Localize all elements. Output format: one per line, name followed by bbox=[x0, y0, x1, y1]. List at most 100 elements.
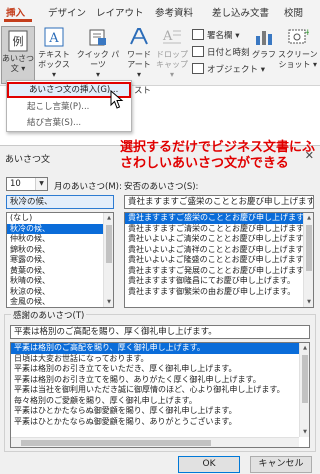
wellbeing-greeting-input[interactable]: 貴社ますますご盛栄のこととお慶び申し上げます。 bbox=[124, 195, 314, 209]
thanks-greeting-list[interactable]: 平素は格別のご高配を賜り、厚く御礼申し上げます。 日頃は大変お世話になっております… bbox=[10, 342, 310, 448]
wellbeing-greeting-label: 安否のあいさつ(S): bbox=[124, 182, 199, 192]
greeting-icon-glyph: 例 bbox=[13, 34, 24, 48]
mouse-cursor-icon bbox=[110, 90, 124, 109]
month-select-value: 10 bbox=[10, 179, 21, 189]
season-greeting-list[interactable]: (なし) 秋冷の候、 仲秋の候、 錦秋の候、 寒露の候、 黄葉の候、 秋晴の候、 秋涼の候、金… bbox=[6, 212, 114, 308]
tab-mailings[interactable]: 差し込み文書 bbox=[212, 5, 269, 19]
ribbon-panel: 例 あいさつ 文 ▾ A テキスト ボックス ▾ クイック パーツ ▾ ワード … bbox=[0, 22, 320, 86]
wellbeing-greeting-rows: 貴社ますますご盛栄のこととお慶び申し上げます。 貴社ますますご清栄のこととお慶び申… bbox=[125, 213, 313, 297]
tab-insert[interactable]: 挿入 bbox=[6, 5, 25, 19]
thanks-list-item[interactable]: 平素は格別のお引き立てを賜り、ありがたく厚く御礼申し上げます。 bbox=[11, 375, 309, 386]
wellbeing-list-item[interactable]: 貴社ますます御隆昌にてお慶び申し上げます。 bbox=[125, 276, 313, 287]
scroll-thumb[interactable] bbox=[106, 225, 112, 263]
textbox-button[interactable]: A テキスト ボックス ▾ bbox=[36, 26, 72, 86]
thanks-list-item[interactable]: 日頃は大変お世話になっております。 bbox=[11, 354, 309, 365]
chevron-down-icon: ▼ bbox=[35, 178, 47, 190]
wellbeing-list-item[interactable]: 貴社いよいよご清栄のこととお慶び申し上げます。 bbox=[125, 234, 313, 245]
tab-design[interactable]: デザイン bbox=[48, 5, 86, 19]
textbox-icon: A bbox=[43, 26, 65, 48]
scroll-thumb[interactable] bbox=[306, 225, 312, 271]
callout-annotation: 選択するだけでビジネス文書にふさわしいあいさつ文ができる bbox=[120, 140, 316, 171]
season-list-item[interactable]: 寒露の候、 bbox=[7, 255, 113, 266]
thanks-list-item[interactable]: 平素は格別のご高配を賜り、厚く御礼申し上げます。 bbox=[11, 343, 309, 354]
wordart-icon bbox=[128, 26, 150, 48]
menu-item-closing-words[interactable]: 結び言葉(S)... bbox=[7, 115, 131, 131]
thanks-greeting-label: 感謝のあいさつ(T) bbox=[11, 309, 87, 321]
season-list-item[interactable]: 金風の候、 bbox=[7, 297, 113, 307]
season-list-scrollbar[interactable]: ▲ ▼ bbox=[103, 213, 113, 307]
chart-button[interactable]: グラフ bbox=[252, 26, 276, 86]
thanks-list-scrollbar[interactable]: ▲ ▼ bbox=[299, 343, 309, 437]
calendar-icon bbox=[192, 46, 204, 57]
month-select[interactable]: 10 ▼ bbox=[6, 177, 48, 191]
thanks-greeting-group: 感謝のあいさつ(T) 平素は格別のご高配を賜り、厚く御礼申し上げます。 平素は格… bbox=[4, 309, 316, 452]
greeting-icon: 例 bbox=[7, 30, 29, 52]
ribbon-tab-bar: 挿入 デザイン レイアウト 参考資料 差し込み文書 校閲 bbox=[0, 0, 320, 22]
month-greeting-label: 月のあいさつ(M): bbox=[54, 182, 122, 192]
wellbeing-list-item[interactable]: 貴社いよいよご清祥のこととお慶び申し上げます。 bbox=[125, 245, 313, 256]
wordart-button[interactable]: ワード アート ▾ bbox=[124, 26, 154, 86]
wellbeing-list-item[interactable]: 貴社ますます御繁栄の由お慶び申し上げます。 bbox=[125, 287, 313, 298]
season-list-item[interactable]: 秋涼の候、 bbox=[7, 287, 113, 298]
thanks-list-item[interactable]: 平素は当社を御利用いただき誠に御厚情のほど、心より御礼申し上げます。 bbox=[11, 385, 309, 396]
wellbeing-list-item[interactable]: 貴社いよいよご隆盛のこととお慶び申し上げます。 bbox=[125, 255, 313, 266]
wellbeing-list-item[interactable]: 貴社ますますご盛栄のこととお慶び申し上げます。 bbox=[125, 213, 313, 224]
wellbeing-list-scrollbar[interactable]: ▲ ▼ bbox=[303, 213, 313, 307]
wellbeing-list-item[interactable]: 貴社ますますご清栄のこととお慶び申し上げます。 bbox=[125, 224, 313, 235]
screenshot-button-label: スクリーン ショット ▾ bbox=[278, 50, 318, 69]
object-icon bbox=[192, 63, 204, 74]
svg-text:A: A bbox=[48, 31, 59, 46]
season-list-item[interactable]: 黄葉の候、 bbox=[7, 266, 113, 277]
dialog-title: あいさつ文 bbox=[5, 155, 51, 165]
datetime-label: 日付と時刻 bbox=[207, 47, 250, 58]
dropcap-button[interactable]: A ドロップ キャップ ▾ bbox=[155, 26, 189, 86]
dropcap-icon: A bbox=[161, 26, 183, 48]
quickparts-button-label: クイック パーツ ▾ bbox=[76, 50, 120, 79]
thanks-list-item[interactable]: 毎々格別のご愛顧を賜り、厚く御礼申し上げます。 bbox=[11, 396, 309, 407]
tab-review[interactable]: 校閲 bbox=[284, 5, 303, 19]
thanks-list-item[interactable]: 平素はひとかたならぬ御愛顧を賜り、ありがとうございます。 bbox=[11, 417, 309, 428]
quickparts-button[interactable]: クイック パーツ ▾ bbox=[73, 26, 123, 86]
thanks-greeting-input[interactable]: 平素は格別のご高配を賜り、厚く御礼申し上げます。 bbox=[10, 325, 310, 339]
thanks-list-hscrollbar[interactable] bbox=[11, 437, 299, 447]
ok-button[interactable]: OK bbox=[178, 456, 240, 473]
signature-icon bbox=[192, 29, 204, 40]
wellbeing-greeting-list[interactable]: 貴社ますますご盛栄のこととお慶び申し上げます。 貴社ますますご清栄のこととお慶び申… bbox=[124, 212, 314, 308]
season-list-item[interactable]: 仲秋の候、 bbox=[7, 234, 113, 245]
scroll-up-icon[interactable]: ▲ bbox=[300, 343, 309, 353]
wordart-button-label: ワード アート ▾ bbox=[127, 50, 151, 79]
thanks-list-item[interactable]: 平素は格別のお引き立てをいただき、厚く御礼申し上げます。 bbox=[11, 364, 309, 375]
season-greeting-input[interactable]: 秋冷の候、 bbox=[6, 195, 114, 209]
thanks-list-item[interactable]: 平素はひとかたならぬ御愛顧を賜り、厚く御礼申し上げます。 bbox=[11, 406, 309, 417]
signature-line-label: 署名欄 ▾ bbox=[207, 30, 240, 41]
greeting-button-label: あいさつ 文 ▾ bbox=[2, 54, 34, 73]
season-list-item[interactable]: (なし) bbox=[7, 213, 113, 224]
tab-references[interactable]: 参考資料 bbox=[155, 5, 193, 19]
greeting-button[interactable]: 例 あいさつ 文 ▾ bbox=[1, 26, 35, 84]
chart-button-label: グラフ bbox=[252, 50, 276, 59]
cancel-button[interactable]: キャンセル bbox=[250, 456, 312, 473]
scroll-down-icon[interactable]: ▼ bbox=[304, 297, 313, 307]
thanks-greeting-rows: 平素は格別のご高配を賜り、厚く御礼申し上げます。 日頃は大変お世話になっております… bbox=[11, 343, 309, 427]
scroll-up-icon[interactable]: ▲ bbox=[104, 213, 113, 223]
svg-text:A: A bbox=[162, 29, 173, 44]
greeting-dialog: あいさつ文 ✕ 10 ▼ 月のあいさつ(M): 安否のあいさつ(S): 秋冷の候… bbox=[0, 145, 320, 474]
svg-text:+: + bbox=[304, 28, 309, 38]
wellbeing-list-item[interactable]: 貴社ますますご発展のこととお慶び申し上げます。 bbox=[125, 266, 313, 277]
hscroll-thumb[interactable] bbox=[21, 440, 211, 446]
obscured-group-label: スト bbox=[134, 86, 152, 96]
season-greeting-rows: (なし) 秋冷の候、 仲秋の候、 錦秋の候、 寒露の候、 黄葉の候、 秋晴の候、 秋涼の候、金… bbox=[7, 213, 113, 307]
season-list-item[interactable]: 秋冷の候、 bbox=[7, 223, 113, 234]
tab-layout[interactable]: レイアウト bbox=[96, 5, 144, 19]
scroll-down-icon[interactable]: ▼ bbox=[300, 427, 309, 437]
textbox-button-label: テキスト ボックス ▾ bbox=[38, 50, 70, 79]
scroll-down-icon[interactable]: ▼ bbox=[104, 297, 113, 307]
dropcap-button-label: ドロップ キャップ ▾ bbox=[156, 50, 188, 79]
season-list-item[interactable]: 秋晴の候、 bbox=[7, 276, 113, 287]
scroll-up-icon[interactable]: ▲ bbox=[304, 213, 313, 223]
scroll-thumb[interactable] bbox=[302, 355, 308, 403]
screenshot-button[interactable]: + スクリーン ショット ▾ bbox=[278, 26, 318, 86]
quickparts-icon bbox=[87, 26, 109, 48]
season-list-item[interactable]: 錦秋の候、 bbox=[7, 245, 113, 256]
chart-icon bbox=[253, 26, 275, 48]
